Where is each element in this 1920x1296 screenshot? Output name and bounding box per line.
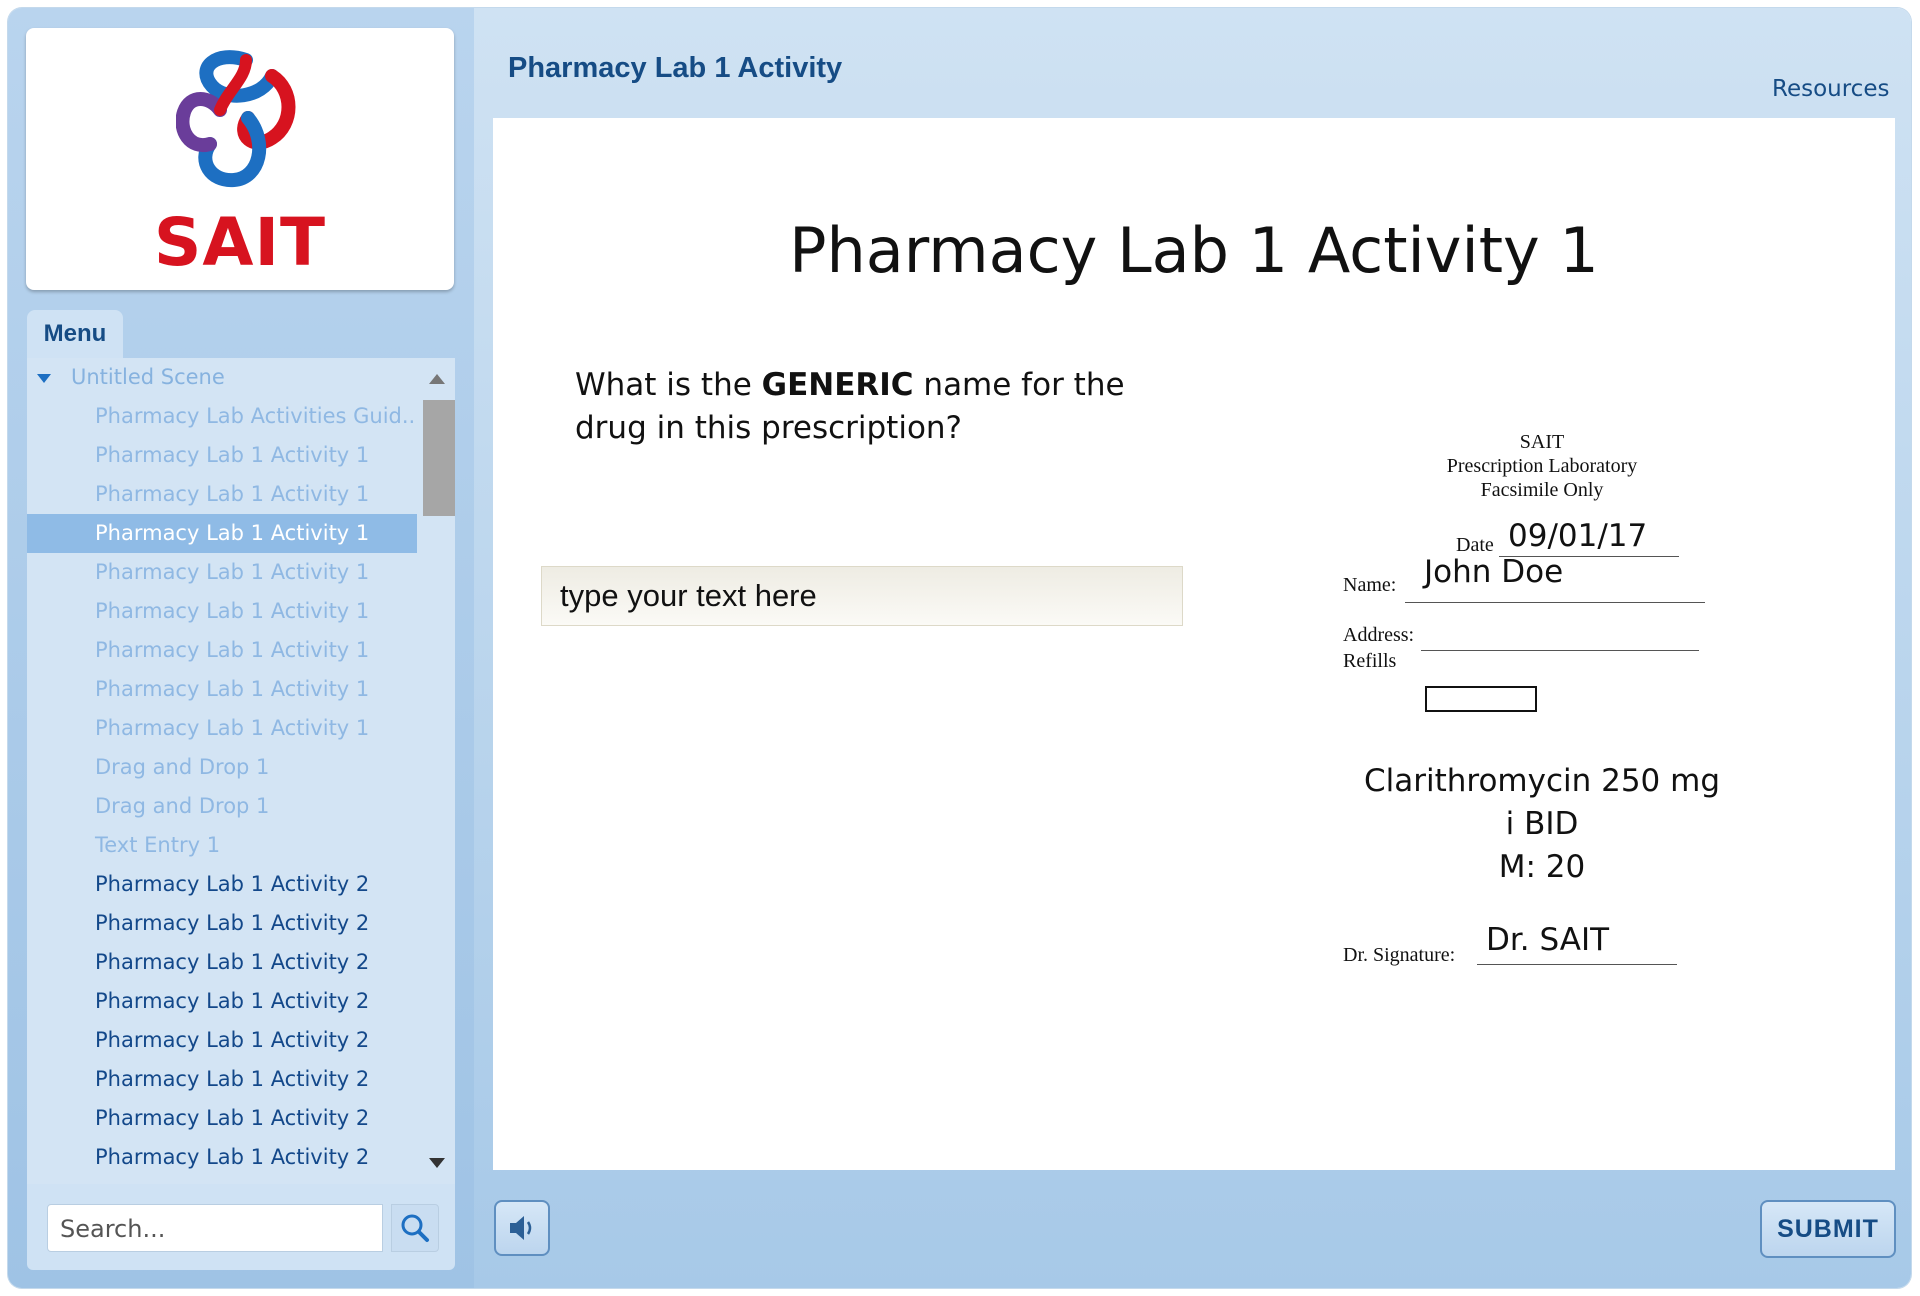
drug-instructions: Clarithromycin 250 mg i BID M: 20 — [1333, 760, 1751, 889]
menu-scrollbar[interactable] — [417, 358, 455, 1184]
drug-line2: i BID — [1505, 806, 1579, 842]
resources-link[interactable]: Resources — [1772, 76, 1889, 102]
slide-content: Pharmacy Lab 1 Activity 1 What is the GE… — [493, 118, 1895, 1170]
drug-line1: Clarithromycin 250 mg — [1363, 763, 1721, 799]
signature-value: Dr. SAIT — [1486, 922, 1610, 958]
refills-label: Refills — [1343, 650, 1397, 672]
scroll-down-arrow-icon[interactable] — [429, 1158, 445, 1168]
date-value: 09/01/17 — [1508, 518, 1648, 554]
menu-item[interactable]: Drag and Drop 1 — [27, 787, 417, 826]
search-icon[interactable] — [392, 1205, 438, 1251]
search-input[interactable]: Search... — [47, 1204, 383, 1252]
scroll-up-arrow-icon[interactable] — [429, 374, 445, 384]
answer-text-field[interactable]: type your text here — [541, 566, 1183, 626]
menu-item[interactable]: Pharmacy Lab 1 Activity 2 — [27, 904, 417, 943]
menu-item[interactable]: Pharmacy Lab 1 Activity 1 — [27, 514, 417, 553]
refills-box — [1425, 686, 1537, 712]
prescription-header-line1: SAIT — [1519, 431, 1565, 453]
player-frame: SAIT Menu Untitled Scene Pharmacy Lab Ac… — [8, 8, 1911, 1288]
sait-logo-icon — [176, 50, 296, 188]
prescription-header-line3: Facsimile Only — [1480, 479, 1604, 501]
search-area: Search... — [27, 1184, 455, 1270]
prescription-header: SAIT Prescription Laboratory Facsimile O… — [1333, 430, 1751, 502]
slide-title: Pharmacy Lab 1 Activity 1 — [789, 214, 1599, 287]
menu-item[interactable]: Text Entry 1 — [27, 826, 417, 865]
tab-menu[interactable]: Menu — [27, 310, 123, 358]
prescription-form: SAIT Prescription Laboratory Facsimile O… — [1333, 430, 1813, 1030]
question-text: What is the GENERIC name for the drug in… — [575, 364, 1135, 450]
menu-panel: Untitled Scene Pharmacy Lab Activities G… — [27, 358, 455, 1184]
menu-item[interactable]: Pharmacy Lab 1 Activity 2 — [27, 1021, 417, 1060]
logo-panel: SAIT — [26, 28, 454, 290]
menu-item[interactable]: Pharmacy Lab 1 Activity 2 — [27, 1060, 417, 1099]
menu-item[interactable]: Pharmacy Lab 1 Activity 1 — [27, 475, 417, 514]
audio-button[interactable] — [494, 1200, 550, 1256]
signature-line — [1477, 964, 1677, 965]
menu-item[interactable]: Pharmacy Lab 1 Activity 1 — [27, 436, 417, 475]
scroll-thumb[interactable] — [423, 400, 455, 516]
menu-item[interactable]: Pharmacy Lab 1 Activity 1 — [27, 709, 417, 748]
submit-button[interactable]: SUBMIT — [1760, 1200, 1896, 1258]
signature-label: Dr. Signature: — [1343, 944, 1456, 966]
menu-item[interactable]: Pharmacy Lab 1 Activity 2 — [27, 1138, 417, 1177]
question-text-start: What is the — [575, 367, 762, 403]
menu-scene-label: Untitled Scene — [71, 365, 225, 389]
prescription-header-line2: Prescription Laboratory — [1446, 455, 1638, 477]
menu-scene-item[interactable]: Untitled Scene — [27, 358, 417, 397]
name-value: John Doe — [1424, 554, 1564, 590]
menu-item[interactable]: Pharmacy Lab 1 Activity 1 — [27, 553, 417, 592]
menu-item[interactable]: Pharmacy Lab Activities Guid... — [27, 397, 417, 436]
sidebar: SAIT Menu Untitled Scene Pharmacy Lab Ac… — [8, 8, 474, 1288]
address-label: Address: — [1343, 624, 1415, 646]
triangle-down-icon[interactable] — [37, 374, 51, 383]
question-emphasis: GENERIC — [761, 367, 914, 403]
name-line — [1405, 602, 1705, 603]
menu-item[interactable]: Pharmacy Lab 1 Activity 2 — [27, 1099, 417, 1138]
page-title: Pharmacy Lab 1 Activity — [508, 52, 843, 84]
drug-line3: M: 20 — [1498, 849, 1586, 885]
menu-item[interactable]: Pharmacy Lab 1 Activity 2 — [27, 982, 417, 1021]
menu-list: Untitled Scene Pharmacy Lab Activities G… — [27, 358, 417, 1184]
logo-text: SAIT — [153, 204, 327, 281]
name-label: Name: — [1343, 574, 1397, 596]
search-button[interactable] — [391, 1204, 439, 1252]
menu-item[interactable]: Pharmacy Lab 1 Activity 1 — [27, 592, 417, 631]
menu-item[interactable]: Pharmacy Lab 1 Activity 2 — [27, 943, 417, 982]
speaker-icon[interactable] — [496, 1202, 548, 1254]
address-line — [1421, 650, 1699, 651]
menu-item[interactable]: Drag and Drop 1 — [27, 748, 417, 787]
menu-item[interactable]: Pharmacy Lab 1 Activity 1 — [27, 670, 417, 709]
menu-item[interactable]: Pharmacy Lab 1 Activity 2 — [27, 865, 417, 904]
menu-item[interactable]: Pharmacy Lab 1 Activity 1 — [27, 631, 417, 670]
